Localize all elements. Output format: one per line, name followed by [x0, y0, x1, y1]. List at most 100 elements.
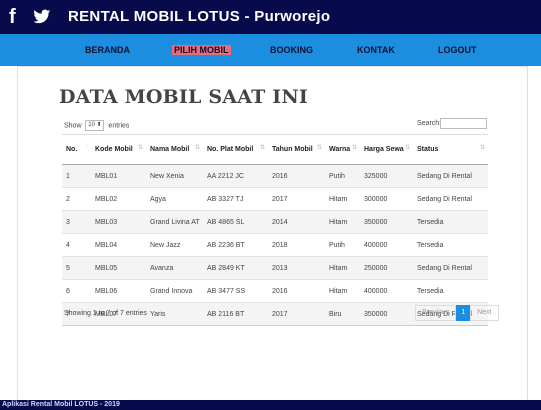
- cell-tahun: 2016: [268, 164, 325, 188]
- cell-plat: AB 3327 TJ: [203, 187, 268, 211]
- cell-kode: MBL03: [91, 210, 146, 234]
- entries-label: entries: [108, 122, 130, 130]
- search-control: Search:: [417, 118, 487, 129]
- cell-harga: 400000: [360, 279, 413, 303]
- cell-nama: Yaris: [146, 302, 203, 326]
- cell-nama: New Xenia: [146, 164, 203, 188]
- cell-warna: Hitam: [325, 279, 360, 303]
- cell-plat: AB 2116 BT: [203, 302, 268, 326]
- cell-warna: Putih: [325, 233, 360, 257]
- cell-warna: Putih: [325, 164, 360, 188]
- sort-icon: ⇅: [259, 145, 265, 151]
- sort-icon: ↑: [85, 144, 88, 150]
- cell-status: Sedang Di Rental: [413, 164, 488, 188]
- pagination: Previous 1 Next: [415, 305, 499, 321]
- cell-tahun: 2017: [268, 302, 325, 326]
- cell-kode: MBL02: [91, 187, 146, 211]
- cell-plat: AB 2849 KT: [203, 256, 268, 280]
- cell-plat: AB 3477 SS: [203, 279, 268, 303]
- col-header-no[interactable]: No. ↑: [62, 134, 91, 165]
- cell-warna: Hitam: [325, 256, 360, 280]
- twitter-icon[interactable]: [33, 9, 51, 25]
- sort-icon: ⇅: [479, 145, 485, 151]
- nav-logout[interactable]: LOGOUT: [438, 45, 477, 55]
- cell-status: Sedang Di Rental: [413, 256, 488, 280]
- sort-icon: ⇅: [351, 145, 357, 151]
- col-header-warna[interactable]: Warna ⇅: [325, 134, 360, 165]
- table-row: 6 MBL06 Grand Innova AB 3477 SS 2016 Hit…: [62, 279, 488, 303]
- cell-kode: MBL06: [91, 279, 146, 303]
- app-title: RENTAL MOBIL LOTUS - Purworejo: [68, 8, 331, 25]
- col-header-nama[interactable]: Nama Mobil ⇅: [146, 134, 203, 165]
- page-length-select[interactable]: 10 ⬍: [85, 120, 105, 131]
- cell-nama: Avanza: [146, 256, 203, 280]
- page-title: DATA MOBIL SAAT INI: [59, 86, 309, 108]
- cell-nama: Grand Livina AT: [146, 210, 203, 234]
- cell-plat: AB 4865 SL: [203, 210, 268, 234]
- cell-tahun: 2013: [268, 256, 325, 280]
- nav-booking[interactable]: BOOKING: [270, 45, 313, 55]
- cell-no: 1: [62, 164, 91, 188]
- cell-harga: 325000: [360, 164, 413, 188]
- cell-kode: MBL01: [91, 164, 146, 188]
- cell-warna: Hitam: [325, 210, 360, 234]
- cell-warna: Hitam: [325, 187, 360, 211]
- cell-harga: 350000: [360, 302, 413, 326]
- col-header-kode[interactable]: Kode Mobil ⇅: [91, 134, 146, 165]
- cell-nama: New Jazz: [146, 233, 203, 257]
- sort-icon: ⇅: [137, 145, 143, 151]
- cell-tahun: 2017: [268, 187, 325, 211]
- search-input[interactable]: [440, 118, 487, 129]
- sort-icon: ⇅: [404, 145, 410, 151]
- cell-status: Tersedia: [413, 233, 488, 257]
- col-header-plat[interactable]: No. Plat Mobil ⇅: [203, 134, 268, 165]
- cell-harga: 350000: [360, 210, 413, 234]
- cell-no: 4: [62, 233, 91, 257]
- table-row: 1 MBL01 New Xenia AA 2212 JC 2016 Putih …: [62, 164, 488, 188]
- cell-harga: 300000: [360, 187, 413, 211]
- show-label: Show: [64, 122, 82, 130]
- search-label: Search:: [417, 120, 442, 127]
- footer: Aplikasi Rental Mobil LOTUS - 2019: [0, 400, 541, 410]
- cell-kode: MBL04: [91, 233, 146, 257]
- footer-text: Aplikasi Rental Mobil LOTUS - 2019: [2, 401, 120, 408]
- facebook-icon[interactable]: f: [9, 7, 23, 27]
- col-header-harga[interactable]: Harga Sewa ⇅: [360, 134, 413, 165]
- cell-tahun: 2014: [268, 210, 325, 234]
- cell-tahun: 2018: [268, 233, 325, 257]
- cell-no: 2: [62, 187, 91, 211]
- cell-status: Sedang Di Rental: [413, 187, 488, 211]
- page-length-value: 10: [88, 122, 95, 128]
- page-1-button[interactable]: 1: [456, 305, 471, 321]
- table-row: 5 MBL05 Avanza AB 2849 KT 2013 Hitam 250…: [62, 256, 488, 280]
- cell-plat: AB 2236 BT: [203, 233, 268, 257]
- cell-no: 5: [62, 256, 91, 280]
- page-length-control: Show 10 ⬍ entries: [64, 120, 129, 131]
- table-header-row: No. ↑ Kode Mobil ⇅ Nama Mobil ⇅ No. Plat Mo…: [62, 134, 488, 165]
- table-row: 4 MBL04 New Jazz AB 2236 BT 2018 Putih 4…: [62, 233, 488, 257]
- table-info: Showing 1 to 7 of 7 entries: [64, 310, 147, 317]
- previous-button[interactable]: Previous: [415, 305, 457, 321]
- col-header-tahun[interactable]: Tahun Mobil ⇅: [268, 134, 325, 165]
- cell-kode: MBL05: [91, 256, 146, 280]
- next-button[interactable]: Next: [470, 305, 499, 321]
- nav-kontak[interactable]: KONTAK: [357, 45, 395, 55]
- top-header: f RENTAL MOBIL LOTUS - Purworejo: [0, 0, 541, 34]
- cell-harga: 400000: [360, 233, 413, 257]
- nav-beranda[interactable]: BERANDA: [85, 45, 130, 55]
- main-nav: BERANDA PILIH MOBIL BOOKING KONTAK LOGOU…: [0, 34, 541, 66]
- nav-pilih-mobil[interactable]: PILIH MOBIL: [172, 45, 231, 55]
- cell-status: Tersedia: [413, 210, 488, 234]
- sort-icon: ⇅: [316, 145, 322, 151]
- sort-icon: ⇅: [194, 145, 200, 151]
- cell-status: Tersedia: [413, 279, 488, 303]
- cell-no: 3: [62, 210, 91, 234]
- cell-harga: 250000: [360, 256, 413, 280]
- cell-warna: Biru: [325, 302, 360, 326]
- cell-nama: Grand Innova: [146, 279, 203, 303]
- col-header-status[interactable]: Status ⇅: [413, 134, 488, 165]
- cell-tahun: 2016: [268, 279, 325, 303]
- table-row: 2 MBL02 Agya AB 3327 TJ 2017 Hitam 30000…: [62, 187, 488, 211]
- cell-plat: AA 2212 JC: [203, 164, 268, 188]
- cell-nama: Agya: [146, 187, 203, 211]
